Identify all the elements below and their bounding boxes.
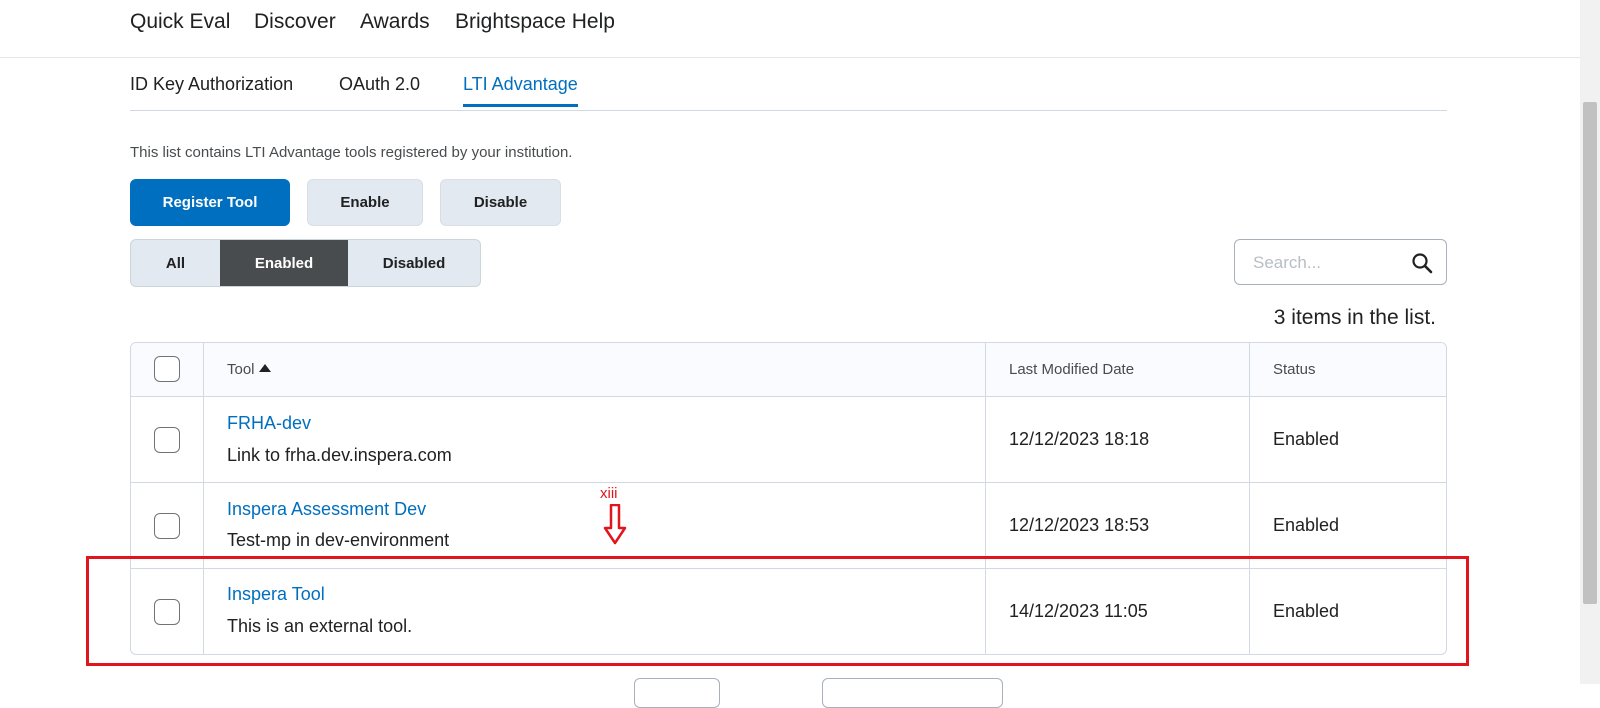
tool-name-link[interactable]: FRHA-dev	[227, 413, 311, 434]
nav-link-quick-eval[interactable]: Quick Eval	[130, 10, 230, 34]
header-status-cell: Status	[1250, 343, 1446, 396]
header-date-label: Last Modified Date	[1009, 361, 1135, 378]
tool-cell: Inspera Tool This is an external tool.	[204, 569, 986, 654]
status-text: Enabled	[1273, 515, 1340, 535]
search-icon[interactable]	[1410, 251, 1434, 275]
annotation-label: xiii	[600, 485, 618, 502]
header-status-label: Status	[1273, 361, 1316, 378]
filter-all-button[interactable]: All	[131, 240, 220, 286]
tool-cell: FRHA-dev Link to frha.dev.inspera.com	[204, 397, 986, 482]
tab-id-key-authorization[interactable]: ID Key Authorization	[130, 74, 293, 107]
page-description: This list contains LTI Advantage tools r…	[130, 144, 573, 161]
header-date-cell: Last Modified Date	[986, 343, 1250, 396]
status-text: Enabled	[1273, 601, 1340, 621]
table-row: Inspera Assessment Dev Test-mp in dev-en…	[131, 483, 1446, 569]
status-cell: Enabled	[1250, 397, 1446, 482]
table-row: FRHA-dev Link to frha.dev.inspera.com 12…	[131, 397, 1446, 483]
tool-cell: Inspera Assessment Dev Test-mp in dev-en…	[204, 483, 986, 568]
scrollbar-thumb[interactable]	[1583, 102, 1597, 604]
pager-button[interactable]	[634, 678, 720, 708]
header-tool-label: Tool	[227, 361, 255, 378]
tool-description: Link to frha.dev.inspera.com	[227, 445, 452, 465]
tools-table: Tool Last Modified Date Status FRHA-dev …	[130, 342, 1447, 655]
filter-disabled-button[interactable]: Disabled	[348, 240, 480, 286]
tool-description: Test-mp in dev-environment	[227, 530, 450, 550]
table-row: Inspera Tool This is an external tool. 1…	[131, 569, 1446, 654]
status-cell: Enabled	[1250, 569, 1446, 654]
date-cell: 14/12/2023 11:05	[986, 569, 1250, 654]
top-navigation-bar: Quick Eval Discover Awards Brightspace H…	[0, 0, 1580, 58]
enable-button[interactable]: Enable	[307, 179, 423, 226]
row-select-cell	[131, 569, 204, 654]
search-input[interactable]	[1251, 250, 1405, 276]
row-checkbox[interactable]	[154, 427, 180, 453]
date-cell: 12/12/2023 18:53	[986, 483, 1250, 568]
nav-link-awards[interactable]: Awards	[360, 10, 430, 34]
last-modified-date: 12/12/2023 18:53	[1009, 515, 1150, 535]
row-checkbox[interactable]	[154, 513, 180, 539]
sort-ascending-icon	[258, 364, 271, 372]
tool-description: This is an external tool.	[227, 616, 413, 636]
header-tool-label-wrap: Tool	[227, 361, 271, 378]
header-select-cell	[131, 343, 204, 396]
status-filter: All Enabled Disabled	[130, 239, 481, 287]
row-checkbox[interactable]	[154, 599, 180, 625]
status-cell: Enabled	[1250, 483, 1446, 568]
table-header-row: Tool Last Modified Date Status	[131, 343, 1446, 397]
header-tool-cell[interactable]: Tool	[204, 343, 986, 396]
tab-lti-advantage[interactable]: LTI Advantage	[463, 74, 578, 107]
nav-link-brightspace-help[interactable]: Brightspace Help	[455, 10, 615, 34]
tool-name-link[interactable]: Inspera Tool	[227, 584, 325, 605]
register-tool-button[interactable]: Register Tool	[130, 179, 290, 226]
select-all-checkbox[interactable]	[154, 356, 180, 382]
filter-enabled-button[interactable]: Enabled	[220, 240, 348, 286]
date-cell: 12/12/2023 18:18	[986, 397, 1250, 482]
down-arrow-icon	[603, 504, 627, 545]
nav-link-discover[interactable]: Discover	[254, 10, 336, 34]
auth-tabs: ID Key Authorization OAuth 2.0 LTI Advan…	[130, 58, 1447, 111]
search-box	[1234, 239, 1447, 285]
item-count: 3 items in the list.	[1273, 306, 1436, 329]
disable-button[interactable]: Disable	[440, 179, 561, 226]
tool-name-link[interactable]: Inspera Assessment Dev	[227, 499, 426, 520]
row-select-cell	[131, 483, 204, 568]
tab-oauth-2[interactable]: OAuth 2.0	[339, 74, 420, 107]
page-size-select[interactable]	[822, 678, 1003, 708]
status-text: Enabled	[1273, 429, 1340, 449]
last-modified-date: 12/12/2023 18:18	[1009, 429, 1150, 449]
row-select-cell	[131, 397, 204, 482]
last-modified-date: 14/12/2023 11:05	[1009, 601, 1148, 621]
